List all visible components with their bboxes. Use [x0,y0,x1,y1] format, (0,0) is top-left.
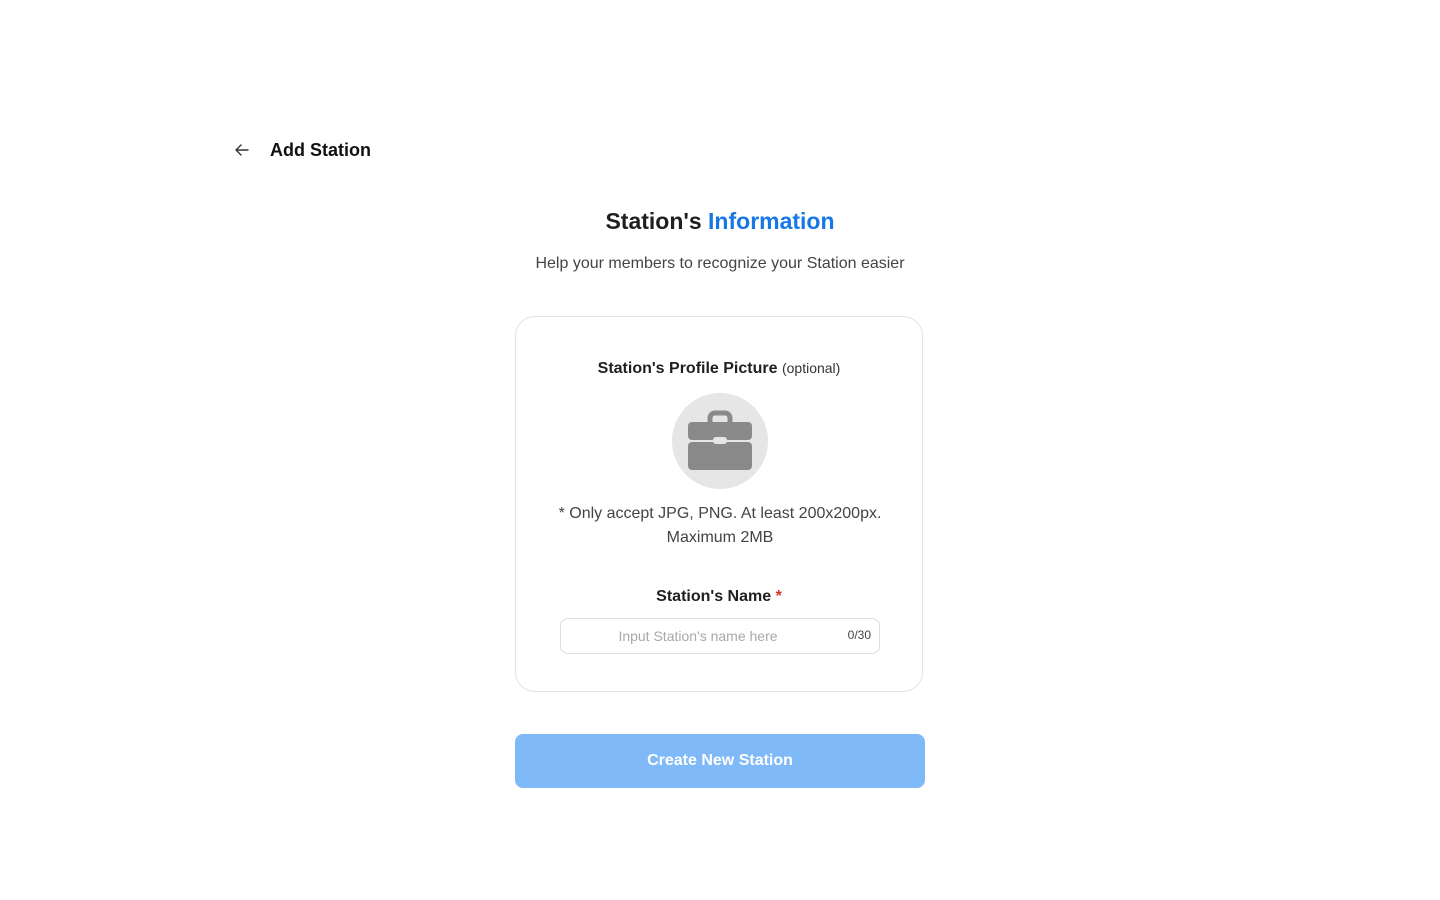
profile-picture-upload[interactable] [672,393,768,489]
upload-hint-line1: * Only accept JPG, PNG. At least 200x200… [558,505,882,522]
section-heading: Station's Information [0,208,1440,235]
heading-prefix: Station's [605,208,702,234]
profile-picture-label-text: Station's Profile Picture [597,360,778,377]
station-name-label: Station's Name * [516,588,922,606]
briefcase-icon [688,410,752,470]
station-form-card: Station's Profile Picture (optional) * O… [515,316,923,692]
upload-hint-line2: Maximum 2MB [666,529,774,546]
page-title: Add Station [270,139,371,160]
optional-label: (optional) [781,360,841,376]
required-mark: * [775,588,782,605]
create-station-button[interactable]: Create New Station [515,734,925,788]
back-button[interactable] [230,138,254,162]
station-name-input[interactable] [561,619,879,653]
character-counter: 0/30 [847,628,871,642]
heading-accent: Information [708,208,835,234]
upload-hint: * Only accept JPG, PNG. At least 200x200… [546,502,894,550]
station-name-label-text: Station's Name [656,588,772,605]
page-header: Add Station [230,134,371,166]
profile-picture-label: Station's Profile Picture (optional) [516,360,922,378]
station-name-field: 0/30 [560,618,880,654]
add-station-page: Add Station Station's Information Help y… [0,0,1440,900]
section-subheading: Help your members to recognize your Stat… [535,255,905,272]
arrow-left-icon [235,144,249,156]
